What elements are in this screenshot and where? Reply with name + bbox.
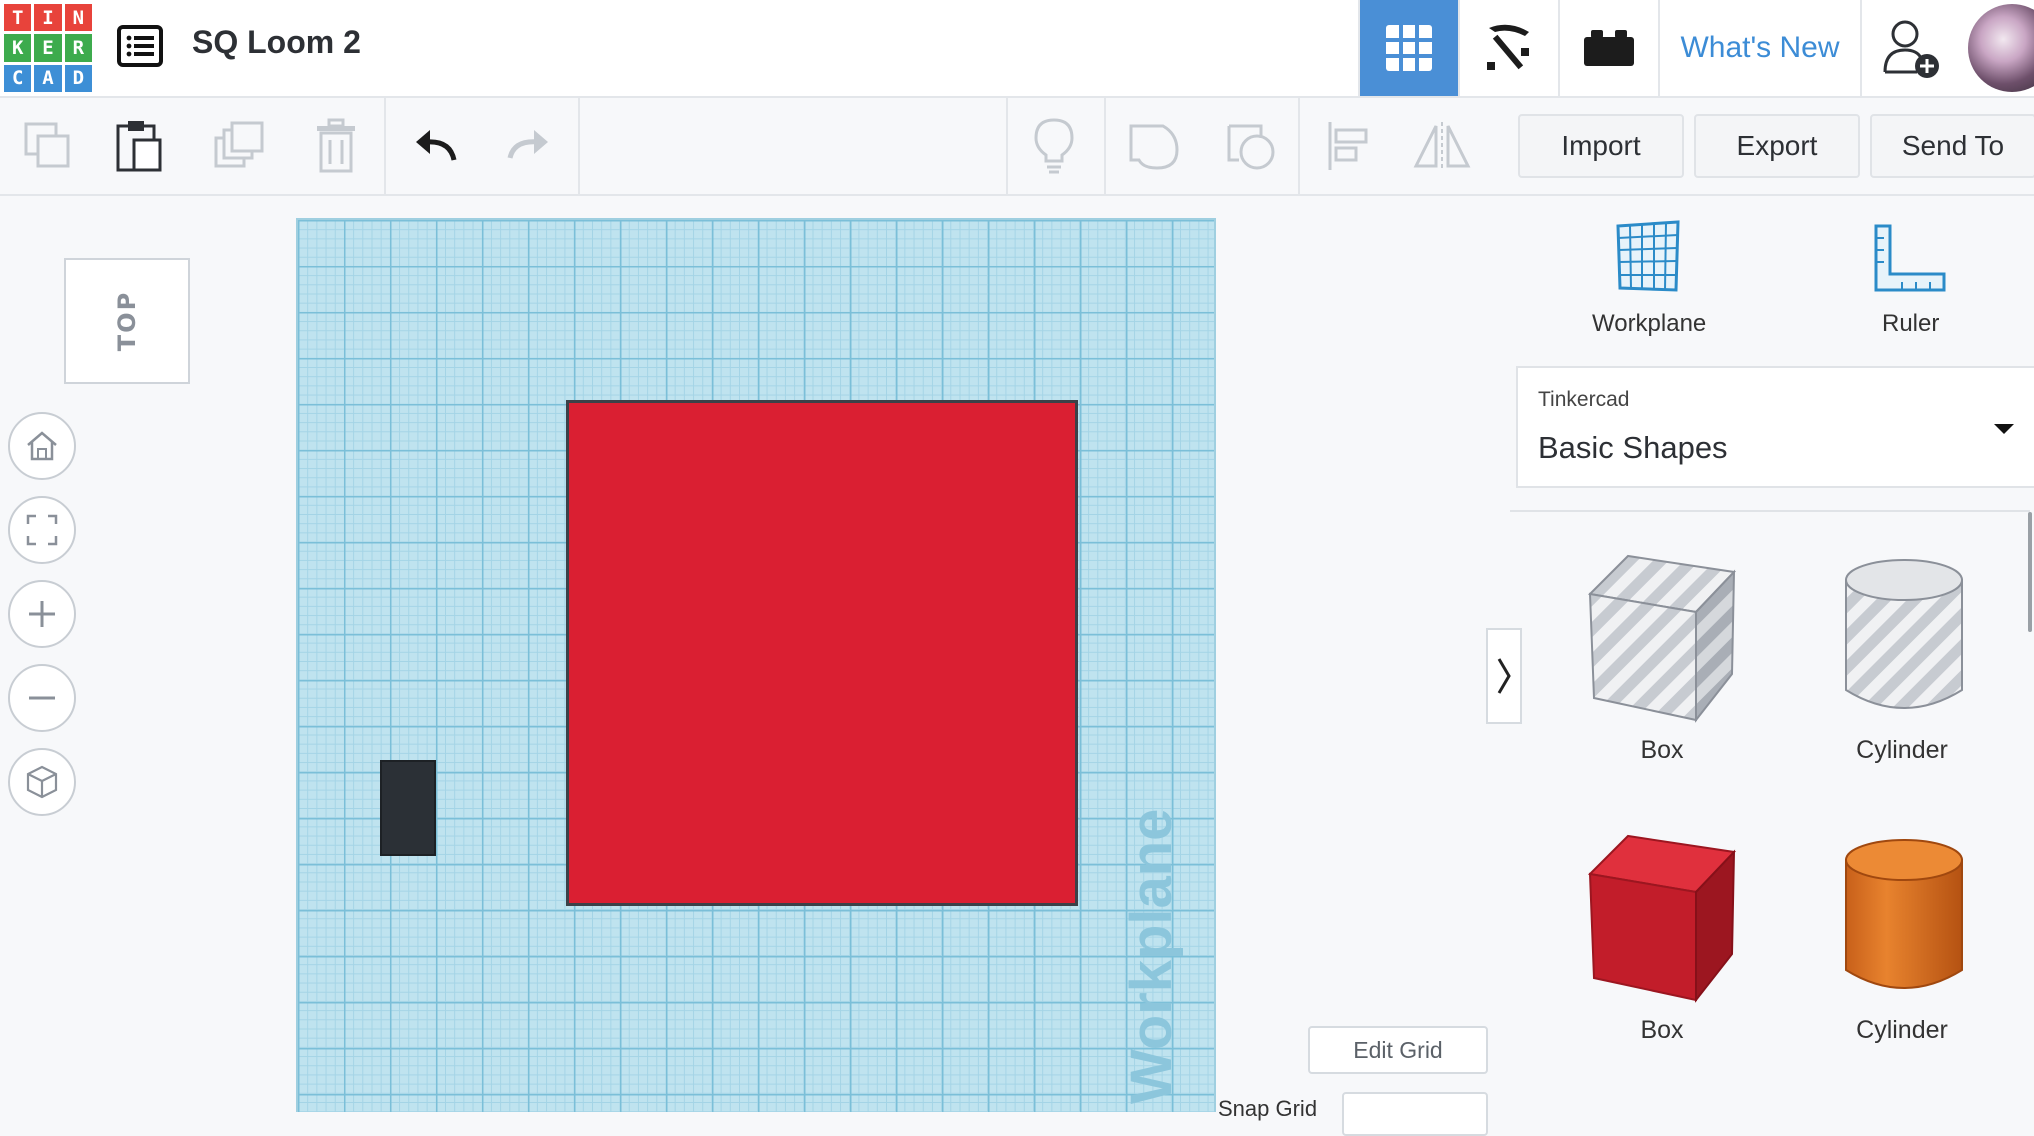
ruler-icon (1874, 224, 1946, 292)
import-button[interactable]: Import (1518, 114, 1684, 178)
3d-design-grid-icon (1386, 25, 1432, 71)
zoom-in-icon (29, 601, 55, 627)
panel-scrollbar[interactable] (2028, 512, 2032, 632)
toolbar-divider (1104, 98, 1106, 194)
logo-letter: T (4, 4, 32, 32)
toolbar-divider (1298, 98, 1300, 194)
shape-hole-icon[interactable] (1222, 116, 1282, 176)
toolbar-divider (578, 98, 580, 194)
zoom-out-button[interactable] (8, 664, 76, 732)
logo-letter: R (64, 34, 92, 62)
logo-letter: A (34, 64, 62, 92)
workplane-tool-label: Workplane (1592, 310, 1707, 337)
logo-letter: K (4, 34, 32, 62)
light-bulb-icon[interactable] (1024, 116, 1084, 176)
view-cube-face-label: TOP (113, 290, 141, 352)
export-button[interactable]: Export (1694, 114, 1860, 178)
shape-library-select[interactable]: Tinkercad Basic Shapes (1516, 366, 2034, 488)
dark-box-shape[interactable] (380, 760, 436, 856)
logo-letter: I (34, 4, 62, 32)
box-hole-icon (1587, 554, 1737, 723)
dropdown-caret-icon (1994, 424, 2014, 434)
tinkercad-logo[interactable]: T I N K E R C A D (4, 4, 92, 92)
logo-letter: E (34, 34, 62, 62)
cylinder-hole-icon (1845, 559, 1963, 709)
copy-icon[interactable] (18, 116, 78, 176)
shape-label: Cylinder (1856, 736, 1948, 764)
whats-new-label: What's New (1680, 31, 1840, 64)
cylinder-solid-icon (1845, 839, 1963, 989)
delete-icon[interactable] (306, 116, 366, 176)
mirror-icon[interactable] (1412, 116, 1472, 176)
box-solid-icon (1587, 834, 1737, 1003)
box-solid-shape[interactable] (1584, 832, 1740, 1008)
edit-toolbar: Import Export Send To (0, 98, 2034, 196)
ruler-tool-label: Ruler (1882, 310, 1940, 337)
3d-design-tab[interactable] (1358, 0, 1458, 96)
logo-letter: N (64, 4, 92, 32)
home-view-icon (27, 431, 57, 461)
whats-new-button[interactable]: What's New (1658, 0, 1860, 96)
fit-view-button[interactable] (8, 496, 76, 564)
shape-label: Box (1640, 1016, 1684, 1044)
lego-brick-icon (1584, 30, 1634, 66)
top-header: T I N K E R C A D SQ Loom 2 What's New (0, 0, 2034, 98)
fit-view-icon (26, 514, 58, 546)
panel-collapse-toggle[interactable] (1486, 628, 1522, 724)
add-user-icon (1883, 20, 1939, 78)
toolbar-divider (384, 98, 386, 194)
shape-solid-icon[interactable] (1124, 116, 1184, 176)
duplicate-icon[interactable] (210, 116, 270, 176)
library-name-label: Basic Shapes (1538, 430, 1728, 465)
workplane-watermark: Workplane (1119, 808, 1184, 1104)
orthographic-view-button[interactable] (8, 748, 76, 816)
view-cube[interactable]: TOP (64, 258, 190, 384)
user-avatar[interactable] (1968, 4, 2034, 92)
align-icon[interactable] (1318, 116, 1378, 176)
cylinder-hole-shape[interactable] (1842, 556, 1966, 720)
home-view-button[interactable] (8, 412, 76, 480)
panel-divider (1510, 510, 2030, 512)
bricks-tab[interactable] (1558, 0, 1658, 96)
zoom-out-icon (29, 696, 55, 700)
snap-grid-select[interactable] (1342, 1092, 1488, 1136)
red-box-shape[interactable] (566, 400, 1078, 906)
library-source-label: Tinkercad (1538, 388, 1630, 411)
logo-letter: C (4, 64, 32, 92)
undo-icon[interactable] (404, 116, 464, 176)
box-hole-shape[interactable] (1584, 552, 1740, 728)
orthographic-view-icon (26, 765, 58, 799)
shape-label: Cylinder (1856, 1016, 1948, 1044)
workplane-icon (1616, 220, 1680, 292)
design-title[interactable]: SQ Loom 2 (192, 24, 361, 61)
workplane-tool[interactable] (1610, 218, 1686, 298)
paste-icon[interactable] (110, 116, 170, 176)
codeblocks-pickaxe-icon (1487, 24, 1529, 70)
logo-letter: D (64, 64, 92, 92)
redo-icon[interactable] (500, 116, 560, 176)
snap-grid-label: Snap Grid (1218, 1096, 1318, 1121)
chevron-right-icon (1497, 658, 1511, 694)
design-list-icon[interactable] (116, 22, 164, 70)
ruler-tool[interactable] (1872, 222, 1948, 298)
toolbar-divider (1006, 98, 1008, 194)
invite-user-button[interactable] (1860, 0, 1960, 96)
send-to-button[interactable]: Send To (1870, 114, 2034, 178)
zoom-in-button[interactable] (8, 580, 76, 648)
cylinder-solid-shape[interactable] (1842, 836, 1966, 1000)
codeblocks-tab[interactable] (1458, 0, 1558, 96)
edit-grid-button[interactable]: Edit Grid (1308, 1026, 1488, 1074)
shape-label: Box (1640, 736, 1684, 764)
